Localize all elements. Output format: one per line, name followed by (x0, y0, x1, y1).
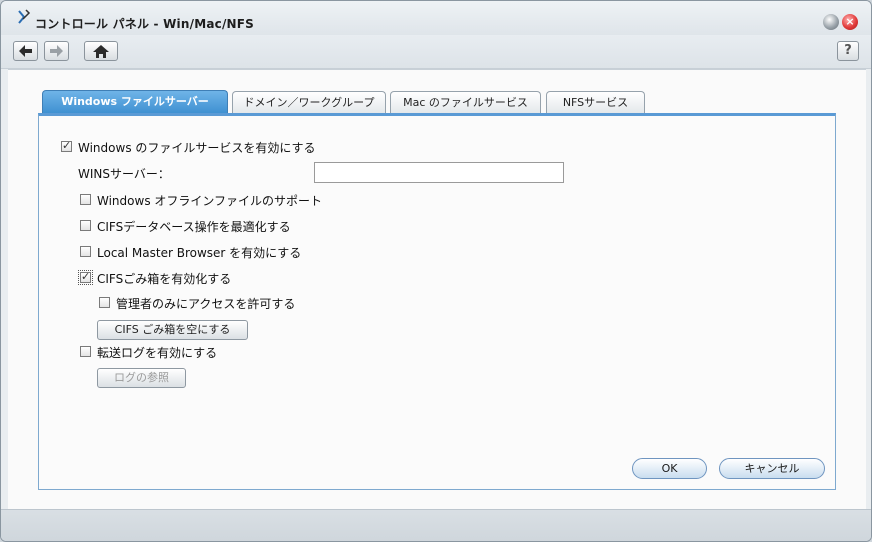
tab-windows-file-server[interactable]: Windows ファイルサーバー (42, 90, 228, 114)
tab-domain-workgroup[interactable]: ドメイン／ワークグループ (232, 91, 386, 113)
content-area: Windows ファイルサーバー ドメイン／ワークグループ Mac のファイルサ… (8, 69, 866, 510)
home-button[interactable] (84, 41, 118, 61)
cifs-db-checkbox[interactable] (80, 220, 91, 231)
tab-mac-file-service[interactable]: Mac のファイルサービス (390, 91, 541, 113)
help-button[interactable]: ? (837, 41, 859, 61)
cancel-button[interactable]: キャンセル (719, 458, 825, 479)
forward-button[interactable] (44, 41, 69, 61)
settings-panel: Windows のファイルサービスを有効にする WINSサーバー： Window… (38, 113, 836, 490)
status-bar (1, 509, 871, 541)
admin-only-label: 管理者のみにアクセスを許可する (116, 297, 296, 311)
help-icon: ? (844, 43, 852, 58)
local-master-label: Local Master Browser を有効にする (97, 246, 302, 260)
minimize-icon[interactable] (823, 14, 839, 30)
enable-windows-label: Windows のファイルサービスを有効にする (78, 141, 316, 155)
recycle-bin-label: CIFSごみ箱を有効化する (97, 272, 232, 286)
view-log-button[interactable]: ログの参照 (97, 368, 186, 388)
enable-windows-checkbox[interactable] (61, 139, 72, 152)
arrow-left-icon (19, 45, 32, 57)
control-panel-icon (18, 9, 31, 24)
offline-files-checkbox[interactable] (80, 194, 91, 205)
toolbar: ? (1, 35, 871, 69)
empty-recycle-bin-button[interactable]: CIFS ごみ箱を空にする (97, 320, 248, 340)
tab-nfs-service[interactable]: NFSサービス (546, 91, 645, 113)
local-master-checkbox[interactable] (80, 246, 91, 257)
home-icon (93, 45, 109, 58)
back-button[interactable] (13, 41, 38, 61)
offline-files-label: Windows オフラインファイルのサポート (97, 194, 323, 208)
transfer-log-checkbox[interactable] (80, 346, 91, 357)
title-bar: コントロール パネル - Win/Mac/NFS × (1, 1, 871, 35)
arrow-right-icon (50, 45, 63, 57)
cifs-db-label: CIFSデータベース操作を最適化する (97, 220, 291, 234)
wins-server-input[interactable] (314, 162, 564, 183)
transfer-log-label: 転送ログを有効にする (97, 346, 218, 360)
close-icon[interactable]: × (842, 14, 858, 30)
recycle-bin-checkbox[interactable] (78, 270, 93, 285)
control-panel-window: コントロール パネル - Win/Mac/NFS × ? Windows ファイ… (0, 0, 872, 542)
wins-server-label: WINSサーバー： (78, 167, 170, 181)
admin-only-checkbox[interactable] (99, 297, 110, 308)
window-title: コントロール パネル - Win/Mac/NFS (35, 17, 255, 31)
ok-button[interactable]: OK (632, 458, 707, 479)
